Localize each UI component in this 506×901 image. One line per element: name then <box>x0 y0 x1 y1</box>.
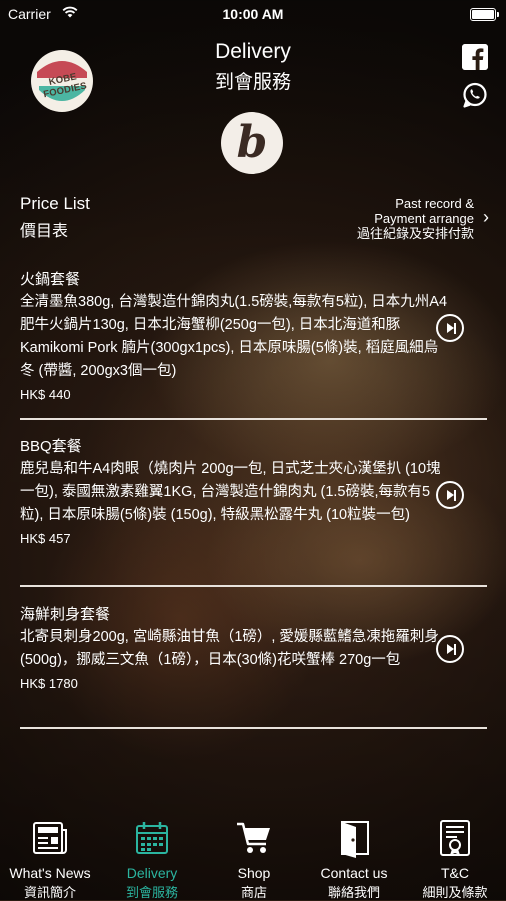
play-icon[interactable] <box>436 314 464 342</box>
battery-icon <box>470 8 499 21</box>
divider <box>20 727 487 729</box>
tab-label-chinese: 商店 <box>240 885 267 900</box>
chevron-right-icon[interactable]: › <box>483 207 489 228</box>
tab-terms[interactable]: T&C 細則及條款 <box>405 818 505 901</box>
tab-label: T&C <box>441 865 469 881</box>
facebook-icon[interactable] <box>462 44 488 70</box>
price-item-sashimi[interactable]: 海鮮刺身套餐 北寄貝刺身200g, 宮崎縣油甘魚（1磅）, 愛媛縣藍鰭急凍拖羅刺… <box>20 603 487 729</box>
item-name: 火鍋套餐 <box>20 271 81 288</box>
price-item-bbq[interactable]: BBQ套餐 鹿兒島和牛A4肉眼（燒肉片 200g一包, 日式芝士夾心漢堡扒 (1… <box>20 435 487 587</box>
play-icon[interactable] <box>436 635 464 663</box>
price-list-title-chinese: 價目表 <box>20 223 69 240</box>
price-item-hotpot[interactable]: 火鍋套餐 全清墨魚380g, 台灣製造什錦肉丸(1.5磅裝,每款有5粒), 日本… <box>20 268 487 420</box>
item-price: HK$ 457 <box>20 531 71 546</box>
item-name: 海鮮刺身套餐 <box>20 606 111 623</box>
item-description: 北寄貝刺身200g, 宮崎縣油甘魚（1磅）, 愛媛縣藍鰭急凍拖羅刺身 (500g… <box>20 629 439 668</box>
tab-whats-news[interactable]: What's News 資訊簡介 <box>0 818 100 901</box>
tab-label-chinese: 細則及條款 <box>422 885 488 900</box>
tab-label: Shop <box>237 865 271 881</box>
tab-shop[interactable]: Shop 商店 <box>204 818 304 901</box>
page-title: Delivery <box>215 40 291 63</box>
item-price: HK$ 440 <box>20 387 71 402</box>
tab-label: What's News <box>9 865 91 881</box>
tab-label: Delivery <box>126 865 178 881</box>
past-record-chinese-label: 過往紀錄及安排付款 <box>356 226 474 241</box>
brand-logo: b <box>221 112 283 174</box>
tab-label: Contact us <box>320 865 388 881</box>
divider <box>20 418 487 420</box>
newspaper-icon <box>33 822 67 854</box>
tab-label-chinese: 聯絡我們 <box>327 885 380 900</box>
past-record-label: Past record & <box>395 196 474 211</box>
tab-label-chinese: 到會服務 <box>125 885 178 900</box>
divider <box>20 585 487 587</box>
clock: 10:00 AM <box>222 6 284 22</box>
tab-delivery[interactable]: Delivery 到會服務 <box>102 818 202 901</box>
door-icon <box>341 821 369 858</box>
item-description: 全清墨魚380g, 台灣製造什錦肉丸(1.5磅裝,每款有5粒), 日本九州A4肥… <box>20 294 448 379</box>
document-icon <box>440 820 470 856</box>
cart-icon <box>237 822 270 853</box>
play-icon[interactable] <box>436 481 464 509</box>
item-price: HK$ 1780 <box>20 676 78 691</box>
price-list-title: Price List <box>20 194 90 213</box>
status-bar: Carrier 10:00 AM <box>0 0 506 28</box>
calendar-icon <box>136 822 168 854</box>
whatsapp-icon[interactable] <box>462 82 488 108</box>
item-description: 鹿兒島和牛A4肉眼（燒肉片 200g一包, 日式芝士夾心漢堡扒 (10塊一包),… <box>20 461 441 523</box>
page-title-chinese: 到會服務 <box>214 72 291 93</box>
item-name: BBQ套餐 <box>20 438 82 455</box>
tab-contact-us[interactable]: Contact us 聯絡我們 <box>304 818 404 901</box>
payment-arrange-label: Payment arrange <box>374 211 474 226</box>
tab-bar: What's News 資訊簡介 Delivery 到會服務 Shop 商店 C… <box>0 818 506 900</box>
tab-label-chinese: 資訊簡介 <box>23 885 76 900</box>
past-record-link[interactable]: Past record & Payment arrange 過往紀錄及安排付款 <box>357 196 474 241</box>
